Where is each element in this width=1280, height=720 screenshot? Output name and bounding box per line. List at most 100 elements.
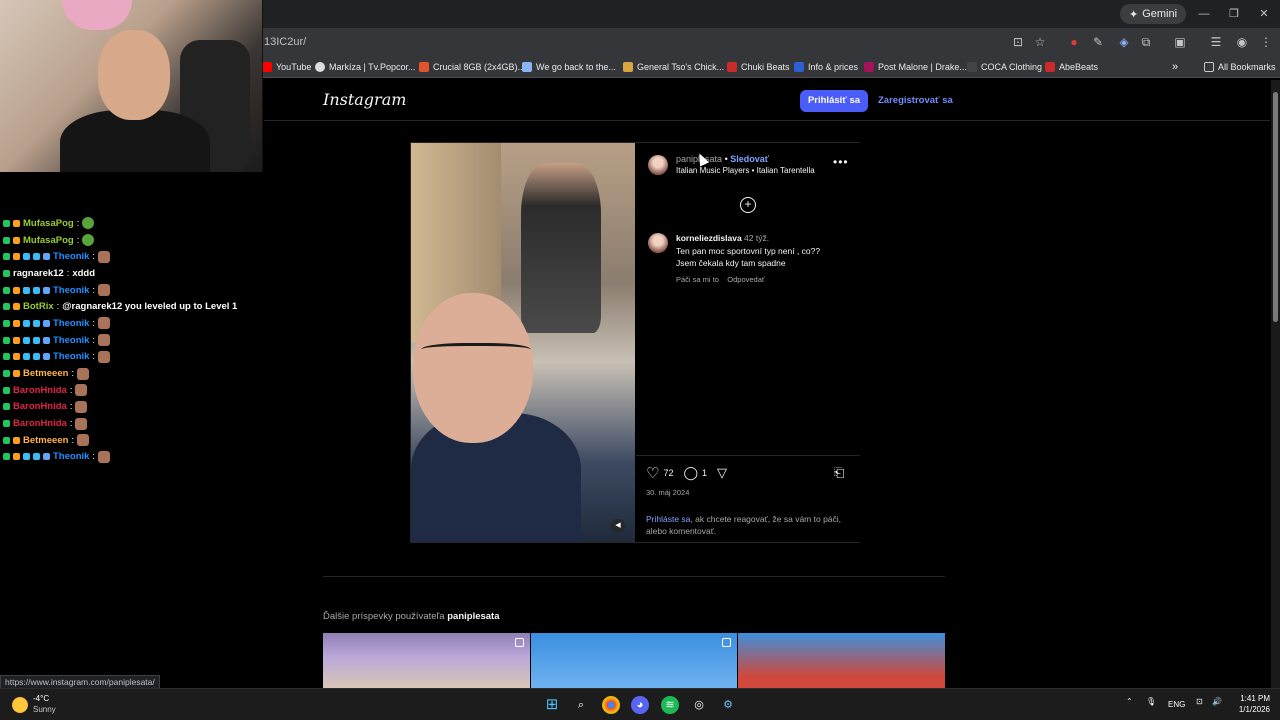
page-scrollbar[interactable] xyxy=(1271,80,1280,688)
signup-link[interactable]: Zaregistrovať sa xyxy=(878,95,953,106)
bookmark-post-malone[interactable]: Post Malone | Drake... xyxy=(864,60,967,74)
clock-date[interactable]: 1/1/2026 xyxy=(1232,705,1270,714)
chat-badge-icon xyxy=(33,286,40,294)
sidepanel-icon[interactable]: ☰ xyxy=(1208,34,1224,50)
steam-icon[interactable]: ⚙ xyxy=(719,696,737,714)
volume-icon[interactable]: 🔊 xyxy=(1212,697,1222,706)
chat-separator: : xyxy=(92,451,96,463)
chat-username[interactable]: MufasaPog xyxy=(23,218,74,229)
more-post-thumbnail[interactable] xyxy=(531,633,737,688)
comment-username[interactable]: korneliezdislava xyxy=(676,233,742,243)
chrome-icon[interactable] xyxy=(602,696,620,714)
chat-username[interactable]: BaronHnida xyxy=(13,401,67,412)
heart-icon[interactable]: ♡ xyxy=(646,464,659,482)
sound-icon[interactable]: ◀ xyxy=(611,519,625,533)
owner-row: paniplesata • Sledovať xyxy=(676,154,769,164)
commenter-avatar[interactable] xyxy=(648,233,668,253)
bookmark-we-go-back[interactable]: We go back to the... xyxy=(522,60,616,74)
chat-separator: : xyxy=(69,418,73,430)
network-icon[interactable]: ⊡ xyxy=(1196,697,1203,706)
more-posts-username[interactable]: paniplesata xyxy=(447,611,499,622)
more-post-thumbnail[interactable] xyxy=(738,633,945,688)
bookmark-crucial[interactable]: Crucial 8GB (2x4GB)... xyxy=(419,60,525,74)
weather-temperature[interactable]: -4°C xyxy=(33,694,49,703)
follow-button[interactable]: Sledovať xyxy=(730,154,769,164)
extension-badge-icon[interactable]: ◈ xyxy=(1116,34,1132,50)
chat-username[interactable]: ragnarek12 xyxy=(13,268,64,279)
minimize-icon[interactable]: — xyxy=(1194,4,1214,24)
bookmark-chuki-beats[interactable]: Chuki Beats xyxy=(727,60,790,74)
chat-username[interactable]: Theonik xyxy=(53,451,89,462)
comment-reply-button[interactable]: Odpovedať xyxy=(727,275,764,284)
scrollbar-thumb[interactable] xyxy=(1273,92,1278,322)
discord-icon[interactable]: ◕ xyxy=(631,696,649,714)
chat-username[interactable]: Theonik xyxy=(53,318,89,329)
weather-condition[interactable]: Sunny xyxy=(33,705,56,714)
extensions-puzzle-icon[interactable]: ⧉ xyxy=(1138,34,1154,50)
chat-username[interactable]: Betmeeen xyxy=(23,435,68,446)
chat-text: xddd xyxy=(72,267,96,279)
comment-icon[interactable]: ◯ xyxy=(683,465,698,481)
chat-username[interactable]: Theonik xyxy=(53,351,89,362)
chat-username[interactable]: Theonik xyxy=(53,335,89,346)
chat-badge-icon xyxy=(43,319,50,327)
comment-like-button[interactable]: Páči sa mi to xyxy=(676,275,719,284)
chat-username[interactable]: Theonik xyxy=(53,251,89,262)
bookmark-general-tso[interactable]: General Tso's Chick... xyxy=(623,60,724,74)
input-language[interactable]: ENG xyxy=(1168,700,1185,709)
bookmark-star-icon[interactable]: ☆ xyxy=(1032,34,1048,50)
weather-sun-icon[interactable] xyxy=(12,697,28,713)
save-post-icon[interactable]: ⎗ xyxy=(834,465,846,481)
chat-username[interactable]: Betmeeen xyxy=(23,368,68,379)
chat-badge-icon xyxy=(13,370,20,378)
close-icon[interactable]: ✕ xyxy=(1254,4,1274,24)
chat-username[interactable]: BaronHnida xyxy=(13,418,67,429)
chat-username[interactable]: BaronHnida xyxy=(13,385,67,396)
extension-icon[interactable]: ✎ xyxy=(1090,34,1106,50)
chat-badge-icon xyxy=(3,236,10,244)
chat-badge-icon xyxy=(3,420,10,428)
share-icon[interactable]: ▽ xyxy=(717,465,727,481)
owner-avatar[interactable] xyxy=(648,155,668,175)
chat-badge-icon xyxy=(3,353,10,361)
chat-username[interactable]: MufasaPog xyxy=(23,235,74,246)
audio-label[interactable]: Italian Music Players • Italian Tarentel… xyxy=(676,166,815,175)
spotify-icon[interactable]: ≋ xyxy=(661,696,679,714)
restore-icon[interactable]: ❐ xyxy=(1224,4,1244,24)
b-icon xyxy=(794,62,804,72)
header-divider xyxy=(264,120,1270,121)
more-options-icon[interactable]: ••• xyxy=(833,155,849,169)
login-prompt-link[interactable]: Prihláste sa xyxy=(646,514,690,524)
install-app-icon[interactable]: ⊡ xyxy=(1010,34,1026,50)
chat-username[interactable]: Theonik xyxy=(53,285,89,296)
microphone-icon[interactable]: 🎙 xyxy=(1146,697,1156,706)
add-icon[interactable]: + xyxy=(740,197,756,213)
all-bookmarks[interactable]: All Bookmarks xyxy=(1204,60,1276,74)
chat-badge-icon xyxy=(23,319,30,327)
address-bar-url[interactable]: 13IC2ur/ xyxy=(264,36,306,48)
bookmark-coca-clothing[interactable]: COCA Clothing xyxy=(967,60,1042,74)
chat-badge-icon xyxy=(3,453,10,461)
chat-badge-icon xyxy=(3,319,10,327)
instagram-logo[interactable]: Instagram xyxy=(323,90,406,109)
bookmark-youtube[interactable]: YouTube xyxy=(262,60,311,74)
gemini-button[interactable]: ✦ Gemini xyxy=(1120,4,1187,24)
login-button[interactable]: Prihlásiť sa xyxy=(800,90,868,112)
windows-start-icon[interactable]: ⊞ xyxy=(543,696,561,714)
bookmarks-overflow-icon[interactable]: » xyxy=(1172,60,1178,74)
browser-menu-icon[interactable]: ⋮ xyxy=(1258,34,1274,50)
chat-separator: : xyxy=(69,384,73,396)
clock-time[interactable]: 1:41 PM xyxy=(1232,694,1270,703)
more-post-thumbnail[interactable] xyxy=(323,633,530,688)
media-controls-icon[interactable]: ▣ xyxy=(1172,34,1188,50)
post-video[interactable]: ◀ xyxy=(411,143,635,542)
profile-avatar-icon[interactable]: ◉ xyxy=(1234,34,1250,50)
extension-record-icon[interactable]: ● xyxy=(1066,34,1082,50)
bookmark-abebeats[interactable]: AbeBeats xyxy=(1045,60,1098,74)
tray-overflow-icon[interactable]: ⌃ xyxy=(1126,697,1133,706)
obs-icon[interactable]: ◎ xyxy=(690,696,708,714)
bookmark-info-prices[interactable]: Info & prices xyxy=(794,60,858,74)
search-icon[interactable]: ⌕ xyxy=(572,696,590,714)
bookmark-markiza[interactable]: Markíza | Tv.Popcor... xyxy=(315,60,416,74)
chat-username[interactable]: BotRix xyxy=(23,301,54,312)
